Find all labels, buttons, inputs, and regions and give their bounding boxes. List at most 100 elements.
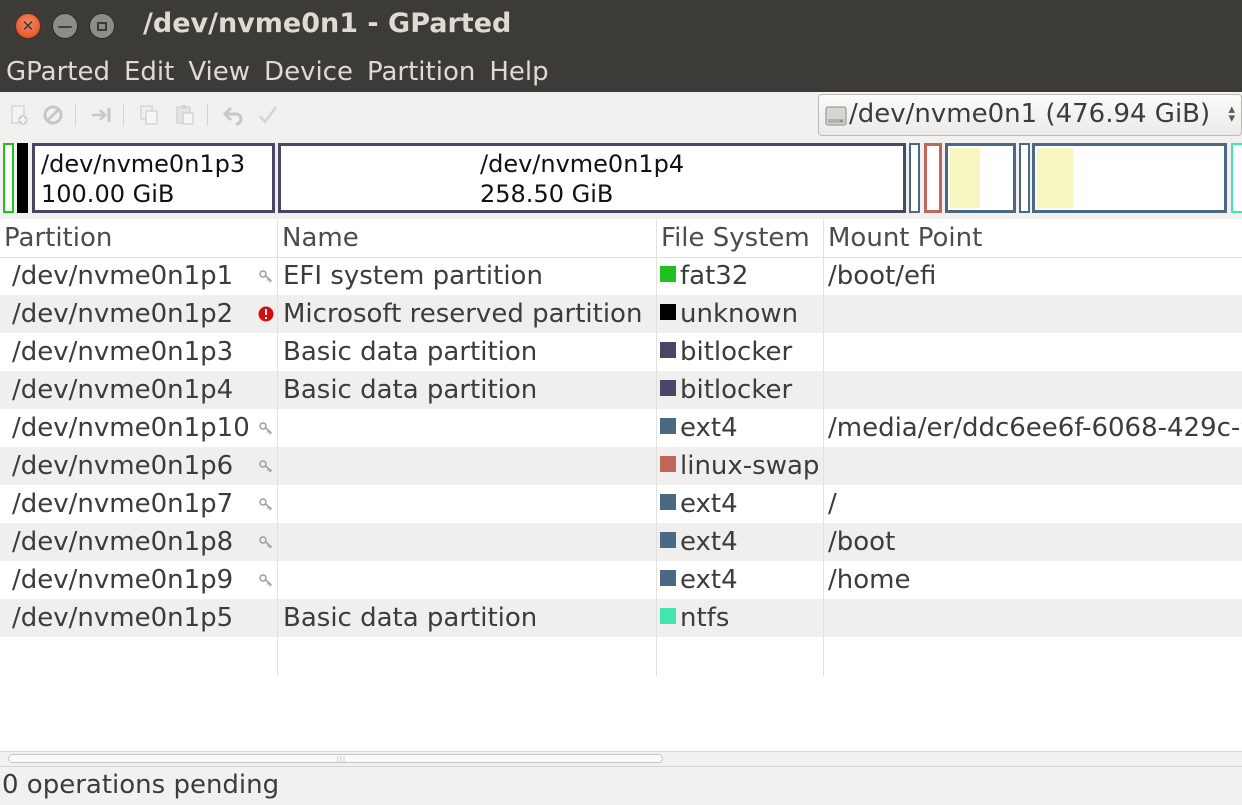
title-bar: ✕ — /dev/nvme0n1 - GParted: [0, 0, 1242, 52]
hard-disk-icon: [825, 106, 847, 126]
file-system-label: fat32: [680, 261, 749, 291]
disk-segment-p2[interactable]: [17, 143, 28, 213]
column-header-partition[interactable]: Partition: [0, 219, 278, 257]
undo-button[interactable]: [220, 102, 246, 128]
file-system-label: bitlocker: [680, 337, 793, 367]
partition-cell: /dev/nvme0n1p4: [12, 375, 234, 405]
grip-icon: |||: [337, 756, 347, 763]
table-row[interactable]: /dev/nvme0n1p10 ext4/media/er/ddc6ee6f-60…: [0, 409, 1242, 447]
status-text: 0 operations pending: [2, 770, 280, 800]
copy-icon: [140, 105, 158, 125]
partition-cell: /dev/nvme0n1p6: [12, 451, 234, 481]
mount-point-cell: [828, 371, 1242, 409]
maximize-window-button[interactable]: [89, 13, 115, 39]
key-icon: [258, 572, 274, 588]
partition-cell: /dev/nvme0n1p10: [12, 413, 250, 443]
maximize-icon: [97, 21, 107, 31]
apply-icon: [259, 106, 278, 125]
table-row[interactable]: /dev/nvme0n1p4 Basic data partition bitloc…: [0, 371, 1242, 409]
window-title: /dev/nvme0n1 - GParted: [143, 8, 512, 39]
file-system-cell: fat32: [660, 257, 822, 295]
new-partition-button[interactable]: [6, 102, 32, 128]
column-divider: [277, 257, 278, 676]
table-row[interactable]: /dev/nvme0n1p9 ext4/home: [0, 561, 1242, 599]
table-row[interactable]: /dev/nvme0n1p5 Basic data partition ntfs: [0, 599, 1242, 637]
column-divider: [656, 257, 657, 676]
menu-help[interactable]: Help: [482, 52, 555, 92]
key-icon: [258, 420, 274, 436]
disk-segment-p6[interactable]: [924, 143, 942, 213]
name-cell: [283, 409, 655, 447]
disk-segment-p5[interactable]: [1231, 143, 1242, 213]
partition-table: Partition Name File System Mount Point /…: [0, 219, 1242, 751]
mount-point-cell: /media/er/ddc6ee6f-6068-429c-9: [828, 413, 1242, 443]
file-system-cell: bitlocker: [660, 333, 822, 371]
file-system-cell: unknown: [660, 295, 822, 333]
menu-partition[interactable]: Partition: [360, 52, 482, 92]
table-row[interactable]: /dev/nvme0n1p2 Microsoft reserved partiti…: [0, 295, 1242, 333]
delete-icon: [43, 105, 63, 125]
disk-segment-p7[interactable]: [945, 143, 1016, 213]
table-row[interactable]: /dev/nvme0n1p8 ext4/boot: [0, 523, 1242, 561]
paste-icon: [176, 105, 194, 125]
device-selector[interactable]: /dev/nvme0n1 (476.94 GiB) ▴ ▾: [818, 94, 1242, 136]
menu-edit[interactable]: Edit: [117, 52, 181, 92]
file-system-color-swatch: [660, 341, 676, 358]
file-system-cell: ext4: [660, 523, 822, 561]
minimize-window-button[interactable]: —: [52, 13, 78, 39]
column-header-file-system[interactable]: File System: [657, 219, 824, 257]
column-header-mount-point[interactable]: Mount Point: [824, 219, 1242, 257]
disk-segment-p1[interactable]: [3, 143, 14, 213]
mount-point-cell: [828, 599, 1242, 637]
disk-segment-p3[interactable]: /dev/nvme0n1p3 100.00 GiB: [32, 143, 275, 213]
resize-move-icon: [92, 108, 111, 122]
table-row[interactable]: /dev/nvme0n1p6 linux-swap: [0, 447, 1242, 485]
file-system-label: unknown: [680, 299, 799, 329]
menu-view[interactable]: View: [181, 52, 257, 92]
delete-partition-button[interactable]: [40, 102, 66, 128]
disk-graphic: /dev/nvme0n1p3 100.00 GiB /dev/nvme0n1p4…: [0, 140, 1242, 216]
file-system-label: ext4: [680, 527, 738, 557]
apply-button[interactable]: [255, 102, 281, 128]
name-cell: Basic data partition: [283, 603, 538, 633]
partition-cell: /dev/nvme0n1p5: [12, 603, 234, 633]
paste-button[interactable]: [172, 102, 198, 128]
mount-point-cell: /home: [828, 565, 911, 595]
disk-segment-p8[interactable]: [1019, 143, 1030, 213]
horizontal-scrollbar[interactable]: |||: [0, 751, 1242, 766]
file-system-cell: ntfs: [660, 599, 822, 637]
file-system-color-swatch: [660, 569, 676, 586]
scrollbar-thumb[interactable]: |||: [8, 754, 663, 763]
table-row[interactable]: /dev/nvme0n1p3 Basic data partition bitloc…: [0, 333, 1242, 371]
disk-segment-p4[interactable]: /dev/nvme0n1p4 258.50 GiB: [278, 143, 906, 213]
file-system-color-swatch: [660, 303, 676, 320]
disk-segment-p4-name: /dev/nvme0n1p4: [480, 150, 685, 178]
file-system-color-swatch: [660, 493, 676, 510]
table-row[interactable]: /dev/nvme0n1p1 EFI system partition fat32 /…: [0, 257, 1242, 295]
file-system-color-swatch: [660, 455, 676, 472]
partition-cell: /dev/nvme0n1p8: [12, 527, 234, 557]
file-system-cell: bitlocker: [660, 371, 822, 409]
disk-segment-p9[interactable]: [1032, 143, 1227, 213]
resize-move-button[interactable]: [88, 102, 114, 128]
copy-button[interactable]: [136, 102, 162, 128]
close-window-button[interactable]: ✕: [15, 13, 41, 39]
file-system-label: ext4: [680, 489, 738, 519]
disk-segment-p3-size: 100.00 GiB: [41, 180, 175, 208]
key-icon: [258, 268, 274, 284]
new-icon: [11, 105, 28, 125]
device-selector-label: /dev/nvme0n1 (476.94 GiB): [849, 99, 1211, 129]
disk-segment-p10[interactable]: [909, 143, 920, 213]
used-space-bar: [950, 148, 980, 208]
column-header-name[interactable]: Name: [278, 219, 657, 257]
menu-gparted[interactable]: GParted: [0, 52, 117, 92]
partition-cell: /dev/nvme0n1p1: [12, 261, 234, 291]
menu-device[interactable]: Device: [257, 52, 360, 92]
file-system-color-swatch: [660, 417, 676, 434]
name-cell: [283, 561, 655, 599]
undo-icon: [222, 106, 243, 126]
table-row[interactable]: /dev/nvme0n1p7 ext4 /: [0, 485, 1242, 523]
mount-point-cell: [828, 333, 1242, 371]
name-cell: [283, 485, 655, 523]
name-cell: Basic data partition: [283, 337, 538, 367]
